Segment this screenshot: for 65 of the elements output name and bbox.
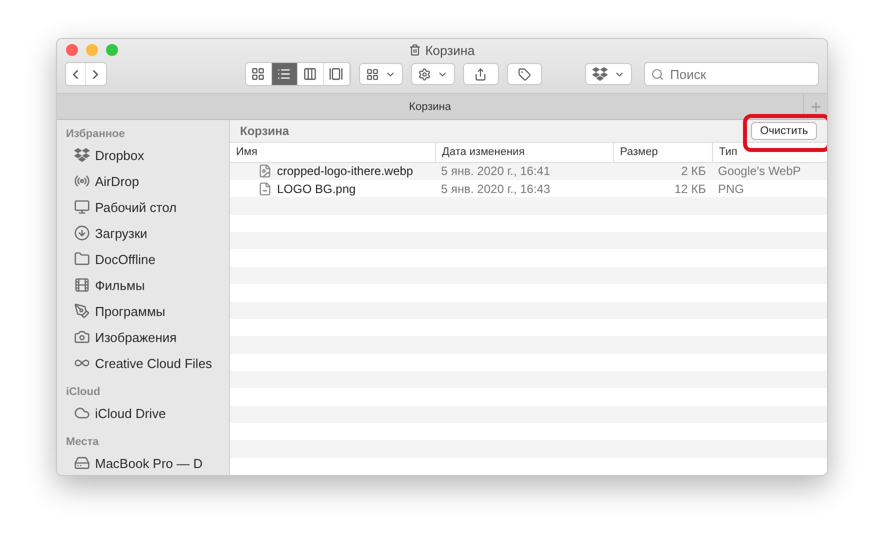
sidebar-section-title: Избранное [66, 127, 126, 142]
sidebar-section-title: Места [66, 435, 100, 450]
folder-title: Корзина [240, 124, 290, 138]
back-button[interactable] [66, 63, 86, 85]
file-name: LOGO BG.png [277, 182, 356, 196]
file-icon [258, 182, 272, 196]
view-mode-button[interactable] [272, 63, 298, 85]
column-header[interactable]: Размер [613, 142, 712, 162]
cloud-icon [74, 405, 90, 421]
table-cell-text: 2 КБ [680, 164, 707, 178]
folder-icon [74, 251, 90, 267]
dropbox-icon [74, 148, 90, 162]
search-icon [651, 68, 664, 80]
table-cell-text: 12 КБ [673, 182, 707, 196]
sidebar-item[interactable]: Изображения [66, 324, 229, 350]
pen-tool-icon [74, 303, 90, 319]
plus-icon [808, 100, 822, 114]
close-button[interactable] [66, 44, 78, 56]
sidebar-section-title: iCloud [66, 385, 102, 400]
sidebar-item[interactable]: Creative Cloud Files [66, 350, 229, 376]
column-header[interactable]: Тип [712, 142, 827, 162]
sidebar-item[interactable]: Загрузки [66, 220, 229, 246]
camera-icon [74, 329, 90, 345]
trash-icon [409, 44, 422, 56]
share-button[interactable] [462, 63, 498, 85]
gallery-icon [329, 67, 344, 81]
download-icon [74, 225, 90, 241]
table-cell-text: PNG [717, 182, 746, 196]
monitor-icon [74, 199, 90, 215]
window-title: Корзина [425, 42, 475, 58]
share-icon [474, 68, 488, 80]
dropbox-button[interactable] [585, 63, 632, 85]
film-icon [74, 277, 90, 293]
table-cell-text: 5 янв. 2020 г., 16:43 [440, 182, 552, 196]
sidebar-item[interactable]: Рабочий стол [66, 194, 229, 220]
columns-icon [303, 67, 318, 81]
gear-icon [418, 68, 431, 80]
tag-button[interactable] [506, 63, 542, 85]
search-field[interactable]: Поиск [644, 62, 820, 86]
tag-icon [518, 68, 531, 80]
dropbox-icon [592, 67, 608, 81]
table-cell-text: Google's WebP [717, 164, 802, 178]
sidebar-item[interactable]: AirDrop [66, 168, 229, 194]
search-input[interactable]: Поиск [668, 66, 812, 82]
grid-icon [251, 67, 266, 81]
file-name: cropped-logo-ithere.webp [277, 164, 414, 178]
table-cell-text: 5 янв. 2020 г., 16:41 [440, 164, 552, 178]
sidebar-item[interactable]: MacBook Pro — D [66, 450, 229, 475]
file-row[interactable]: cropped-logo-ithere.webp 5 янв. 2020 г., 16:41 2 КБ Google's WebP [230, 162, 827, 180]
group-button[interactable] [358, 63, 403, 85]
sidebar-item[interactable]: Программы [66, 298, 229, 324]
grid-icon [366, 68, 379, 80]
file-row[interactable]: LOGO BG.png 5 янв. 2020 г., 16:43 12 КБ PNG [230, 180, 827, 198]
sidebar-item[interactable]: Dropbox [66, 142, 229, 168]
sidebar-item[interactable]: iCloud Drive [66, 400, 229, 426]
action-button[interactable] [410, 63, 455, 85]
sidebar-item[interactable]: Фильмы [66, 272, 229, 298]
file-icon [258, 164, 272, 178]
list-icon [277, 67, 292, 81]
empty-trash-button[interactable]: Очистить [751, 122, 817, 140]
column-header[interactable]: Дата изменения [435, 142, 613, 162]
column-header[interactable]: Имя [230, 142, 435, 162]
view-mode-button[interactable] [246, 63, 272, 85]
airdrop-icon [74, 173, 90, 189]
sidebar-item[interactable]: DocOffline [66, 246, 229, 272]
